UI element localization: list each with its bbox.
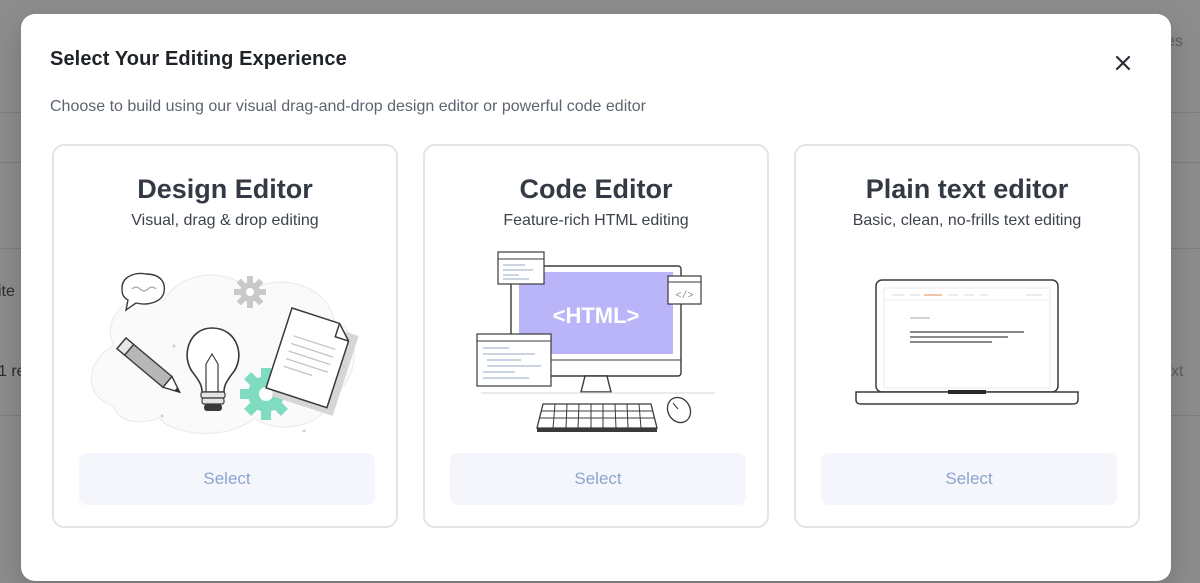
card-title: Plain text editor xyxy=(865,174,1069,204)
html-label: <HTML> xyxy=(553,303,640,328)
background-text: ite xyxy=(0,283,15,300)
design-editor-card[interactable]: Design Editor Visual, drag & drop editin… xyxy=(52,144,398,528)
select-plain-text-editor-button[interactable]: Select xyxy=(821,453,1117,505)
card-description: Feature-rich HTML editing xyxy=(503,212,689,229)
modal-subtitle: Choose to build using our visual drag-an… xyxy=(50,98,646,115)
background-text: xt xyxy=(1171,363,1184,380)
design-illustration xyxy=(90,272,359,435)
modal-title: Select Your Editing Experience xyxy=(50,48,347,70)
code-editor-card[interactable]: Code Editor Feature-rich HTML editing <H… xyxy=(423,144,769,528)
code-illustration: <HTML> </> xyxy=(476,251,715,432)
card-description: Basic, clean, no-frills text editing xyxy=(852,212,1082,229)
editor-selection-modal: Select Your Editing Experience Choose to… xyxy=(21,14,1171,581)
plain-text-editor-card[interactable]: Plain text editor Basic, clean, no-frill… xyxy=(794,144,1140,528)
card-title: Design Editor xyxy=(137,174,313,204)
close-button[interactable] xyxy=(1110,50,1136,76)
card-description: Visual, drag & drop editing xyxy=(131,212,319,229)
code-tag-label: </> xyxy=(675,290,693,302)
laptop-illustration xyxy=(855,279,1079,405)
card-title: Code Editor xyxy=(519,174,673,204)
select-code-editor-button[interactable]: Select xyxy=(450,453,746,505)
close-icon xyxy=(1115,55,1131,71)
select-design-editor-button[interactable]: Select xyxy=(79,453,375,505)
